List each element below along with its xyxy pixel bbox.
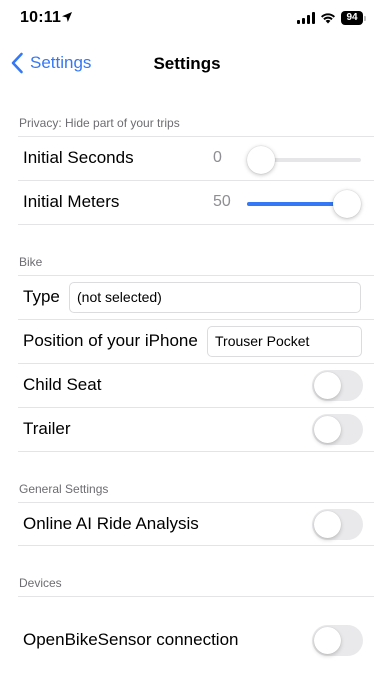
- initial-meters-value: 50: [213, 193, 231, 210]
- divider: [18, 451, 374, 452]
- divider: [18, 224, 374, 225]
- trailer-row: Trailer: [0, 408, 374, 452]
- initial-meters-slider[interactable]: [247, 181, 361, 225]
- obs-connection-toggle[interactable]: [312, 625, 363, 656]
- section-header-general: General Settings: [19, 482, 109, 496]
- trailer-label: Trailer: [23, 419, 71, 438]
- slider-thumb[interactable]: [247, 146, 275, 174]
- status-bar: 10:11 94: [0, 0, 374, 40]
- bike-type-field[interactable]: (not selected): [69, 282, 361, 313]
- iphone-position-row: Position of your iPhone Trouser Pocket: [0, 320, 374, 364]
- wifi-icon: [321, 13, 335, 24]
- initial-seconds-value: 0: [213, 149, 222, 166]
- divider: [18, 596, 374, 597]
- bike-type-label: Type: [23, 287, 60, 306]
- trailer-toggle[interactable]: [312, 414, 363, 445]
- initial-seconds-slider[interactable]: [247, 137, 361, 181]
- status-indicators: 94: [297, 11, 366, 25]
- navigation-bar: Settings Settings: [0, 40, 374, 88]
- section-header-devices: Devices: [19, 576, 62, 590]
- battery-level: 94: [341, 11, 363, 25]
- child-seat-label: Child Seat: [23, 375, 102, 394]
- initial-meters-row: Initial Meters 50: [0, 181, 374, 225]
- iphone-position-field[interactable]: Trouser Pocket: [207, 326, 362, 357]
- slider-thumb[interactable]: [333, 190, 361, 218]
- initial-seconds-row: Initial Seconds 0: [0, 137, 374, 181]
- battery-icon: 94: [341, 11, 366, 25]
- online-ai-toggle[interactable]: [312, 509, 363, 540]
- cellular-signal-icon: [297, 12, 315, 24]
- bike-type-row: Type (not selected): [0, 276, 374, 320]
- online-ai-row: Online AI Ride Analysis: [0, 503, 374, 547]
- child-seat-toggle[interactable]: [312, 370, 363, 401]
- status-time: 10:11: [20, 9, 62, 26]
- initial-seconds-label: Initial Seconds: [23, 148, 134, 167]
- section-header-privacy: Privacy: Hide part of your trips: [19, 116, 180, 130]
- initial-meters-label: Initial Meters: [23, 192, 120, 211]
- section-header-bike: Bike: [19, 255, 43, 269]
- page-title: Settings: [153, 54, 221, 73]
- child-seat-row: Child Seat: [0, 364, 374, 408]
- divider: [18, 545, 374, 546]
- iphone-position-label: Position of your iPhone: [23, 331, 198, 350]
- obs-connection-row: OpenBikeSensor connection: [0, 619, 374, 663]
- obs-connection-label: OpenBikeSensor connection: [23, 630, 239, 649]
- online-ai-label: Online AI Ride Analysis: [23, 514, 199, 533]
- location-arrow-icon: [62, 12, 72, 22]
